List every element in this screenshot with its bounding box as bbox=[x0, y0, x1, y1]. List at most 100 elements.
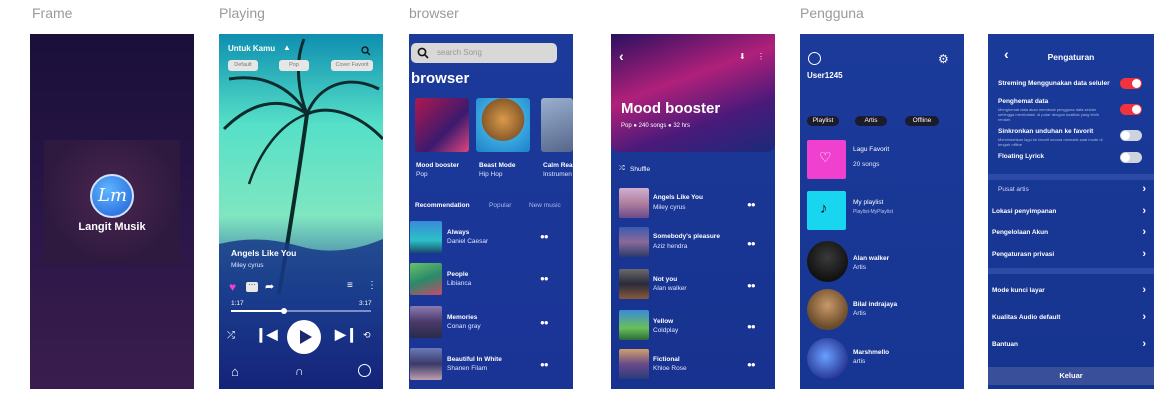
more-icon[interactable]: ●● bbox=[540, 274, 549, 283]
song-title: Angels Like You bbox=[653, 194, 703, 201]
more-icon[interactable]: ●● bbox=[540, 360, 549, 369]
app-logo: Lm bbox=[90, 174, 134, 218]
app-name: Langit Musik bbox=[78, 221, 146, 233]
progress-handle[interactable] bbox=[281, 308, 288, 314]
next-icon[interactable]: ▶❙ bbox=[335, 326, 358, 343]
song-thumb bbox=[410, 306, 442, 338]
search-icon[interactable] bbox=[361, 43, 371, 56]
more-icon[interactable]: ●● bbox=[747, 360, 756, 369]
progress-track[interactable] bbox=[231, 308, 371, 314]
meta-songs: 240 songs bbox=[638, 123, 667, 129]
now-playing-screen: Untuk Kamu ▲ Default Pop Cover Favorit A… bbox=[219, 34, 383, 389]
menu-item-pusat-artis[interactable]: Pusat artis › bbox=[988, 182, 1154, 202]
time-current: 1:17 bbox=[231, 300, 244, 307]
download-icon[interactable]: ⬇ bbox=[739, 52, 746, 61]
avatar[interactable] bbox=[807, 289, 848, 330]
repeat-icon[interactable]: ⟲ bbox=[363, 330, 371, 341]
menu-item-pengaturan-privasi[interactable]: Pengaturasn privasi › bbox=[988, 247, 1154, 267]
chip-artis[interactable]: Artis bbox=[855, 116, 887, 126]
more-icon[interactable]: ●● bbox=[747, 281, 756, 290]
tab-new-music[interactable]: New music bbox=[529, 202, 561, 209]
item-title: Alan walker bbox=[853, 255, 890, 262]
menu-label: Lokasi penyimpanan bbox=[992, 208, 1057, 215]
share-icon[interactable]: ➦ bbox=[265, 280, 274, 293]
more-icon[interactable]: ●● bbox=[747, 239, 756, 248]
toggle-switch[interactable] bbox=[1120, 152, 1142, 163]
menu-label: Pusat artis bbox=[998, 186, 1029, 193]
playlist-cover bbox=[611, 34, 775, 152]
toggle-label: Penghemat data bbox=[998, 98, 1049, 105]
song-artist: Miley cyrus bbox=[653, 204, 686, 211]
toggle-label: Streming Menggunakan data seluler bbox=[998, 80, 1110, 87]
menu-item-bantuan[interactable]: Bantuan › bbox=[988, 337, 1154, 357]
song-title: People bbox=[447, 271, 469, 278]
menu-item-pengelolaan-akun[interactable]: Pengelolaan Akun › bbox=[988, 225, 1154, 245]
tab-popular[interactable]: Popular bbox=[489, 202, 511, 209]
frame-label-playing: Playing bbox=[219, 5, 265, 21]
heart-icon[interactable]: ♥ bbox=[229, 280, 236, 294]
card-title: Beast Mode bbox=[479, 162, 516, 169]
song-thumb bbox=[619, 349, 649, 379]
previous-icon[interactable]: ❙◀ bbox=[255, 326, 278, 343]
more-icon[interactable]: ●● bbox=[747, 322, 756, 331]
toggle-switch[interactable] bbox=[1120, 130, 1142, 141]
queue-icon[interactable]: ≡ bbox=[347, 280, 353, 291]
more-vertical-icon[interactable]: ⋮ bbox=[367, 280, 377, 291]
toggle-description: Menghemat data akan membuat pengguna dat… bbox=[998, 107, 1099, 122]
chip-playlist[interactable]: Playlist bbox=[807, 116, 839, 126]
gear-icon[interactable]: ⚙ bbox=[938, 52, 949, 66]
back-icon[interactable]: ‹ bbox=[619, 48, 624, 64]
chevron-up-icon[interactable]: ▲ bbox=[283, 43, 291, 52]
play-button[interactable] bbox=[287, 320, 321, 354]
card-subtitle: Hip Hop bbox=[479, 171, 503, 178]
filter-chip-default[interactable]: Default bbox=[228, 60, 258, 71]
frame-label-pengguna: Pengguna bbox=[800, 5, 864, 21]
headphones-icon[interactable]: ∩ bbox=[295, 364, 304, 378]
chip-offline[interactable]: Offline bbox=[905, 116, 939, 126]
favorites-tile[interactable]: ♡ bbox=[807, 140, 846, 179]
more-vertical-icon[interactable]: ⋮ bbox=[757, 52, 765, 61]
card-image-calm[interactable] bbox=[541, 98, 573, 152]
logout-button[interactable]: Keluar bbox=[988, 367, 1154, 385]
avatar[interactable] bbox=[807, 241, 848, 282]
card-image-mood-booster[interactable] bbox=[415, 98, 469, 152]
card-image-beast-mode[interactable] bbox=[476, 98, 530, 152]
toggle-switch[interactable] bbox=[1120, 78, 1142, 89]
more-icon[interactable]: ●● bbox=[540, 232, 549, 241]
shuffle-icon[interactable]: ⤮ bbox=[619, 165, 625, 173]
song-thumb bbox=[410, 348, 442, 380]
search-input[interactable]: search Song bbox=[411, 43, 557, 63]
song-thumb bbox=[619, 310, 649, 340]
section-divider bbox=[988, 174, 1154, 180]
menu-item-mode-kunci-layar[interactable]: Mode kunci layar › bbox=[988, 283, 1154, 303]
more-icon[interactable]: ●● bbox=[540, 318, 549, 327]
home-icon[interactable]: ⌂ bbox=[231, 364, 239, 379]
profile-icon[interactable] bbox=[358, 364, 371, 377]
profile-icon[interactable] bbox=[808, 52, 821, 65]
chevron-right-icon: › bbox=[1142, 311, 1146, 323]
item-subtitle: Artis bbox=[853, 310, 866, 317]
time-total: 3:17 bbox=[359, 300, 372, 307]
song-artist: Libianca bbox=[447, 280, 472, 287]
comment-icon[interactable]: ⋯ bbox=[246, 282, 258, 292]
toggle-switch[interactable] bbox=[1120, 104, 1142, 115]
playlist-detail-screen: ‹ ⬇ ⋮ Mood booster Pop ● 240 songs ● 32 … bbox=[611, 34, 775, 389]
more-icon[interactable]: ●● bbox=[747, 200, 756, 209]
avatar[interactable] bbox=[807, 338, 848, 379]
tab-recommendation[interactable]: Recommendation bbox=[415, 202, 470, 209]
filter-chip-cover-favorit[interactable]: Cover Favorit bbox=[331, 60, 373, 71]
card-subtitle: Pop bbox=[416, 171, 428, 178]
heart-icon: ♡ bbox=[819, 149, 832, 165]
song-artist: Aziz hendra bbox=[653, 243, 688, 250]
song-title: Fictional bbox=[653, 356, 680, 363]
shuffle-label[interactable]: Shuffle bbox=[630, 166, 650, 173]
card-title: Calm Rea bbox=[543, 162, 573, 169]
shuffle-icon[interactable]: ⤮ bbox=[227, 330, 235, 341]
filter-chip-pop[interactable]: Pop bbox=[279, 60, 309, 71]
my-playlist-tile[interactable]: ♪ bbox=[807, 191, 846, 230]
menu-item-lokasi-penyimpanan[interactable]: Lokasi penyimpanan › bbox=[988, 204, 1154, 224]
menu-item-kualitas-audio[interactable]: Kualitas Audio default › bbox=[988, 310, 1154, 330]
section-divider bbox=[988, 268, 1154, 274]
song-title: Beautiful In White bbox=[447, 356, 502, 363]
page-title: browser bbox=[411, 70, 470, 87]
